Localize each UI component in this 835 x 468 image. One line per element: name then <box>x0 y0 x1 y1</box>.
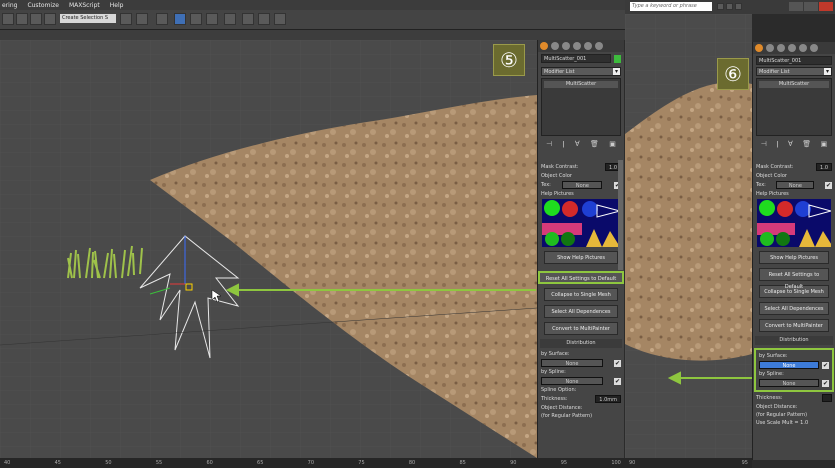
ruler-tick: 80 <box>408 460 416 466</box>
annotation-arrows <box>225 283 752 385</box>
timeline-ruler[interactable]: 40 45 50 55 60 65 70 75 80 85 90 95 100 <box>0 458 625 468</box>
ruler-tick: 95 <box>560 460 568 466</box>
ruler-tick: 95 <box>741 460 748 466</box>
ruler-tick: 90 <box>629 460 636 466</box>
ruler-tick: 50 <box>105 460 112 466</box>
ruler-tick: 85 <box>459 460 466 466</box>
timeline-ruler-2[interactable]: 90 95 <box>625 458 752 468</box>
ruler-tick: 40 <box>4 460 11 466</box>
ruler-tick: 100 <box>611 460 621 466</box>
ruler-tick: 75 <box>358 460 365 466</box>
ruler-tick: 70 <box>307 460 315 466</box>
ruler-tick: 45 <box>54 460 61 466</box>
ruler-tick: 60 <box>206 460 213 466</box>
ruler-tick: 90 <box>510 460 517 466</box>
ruler-tick: 65 <box>257 460 264 466</box>
ruler-tick: 55 <box>155 460 163 466</box>
